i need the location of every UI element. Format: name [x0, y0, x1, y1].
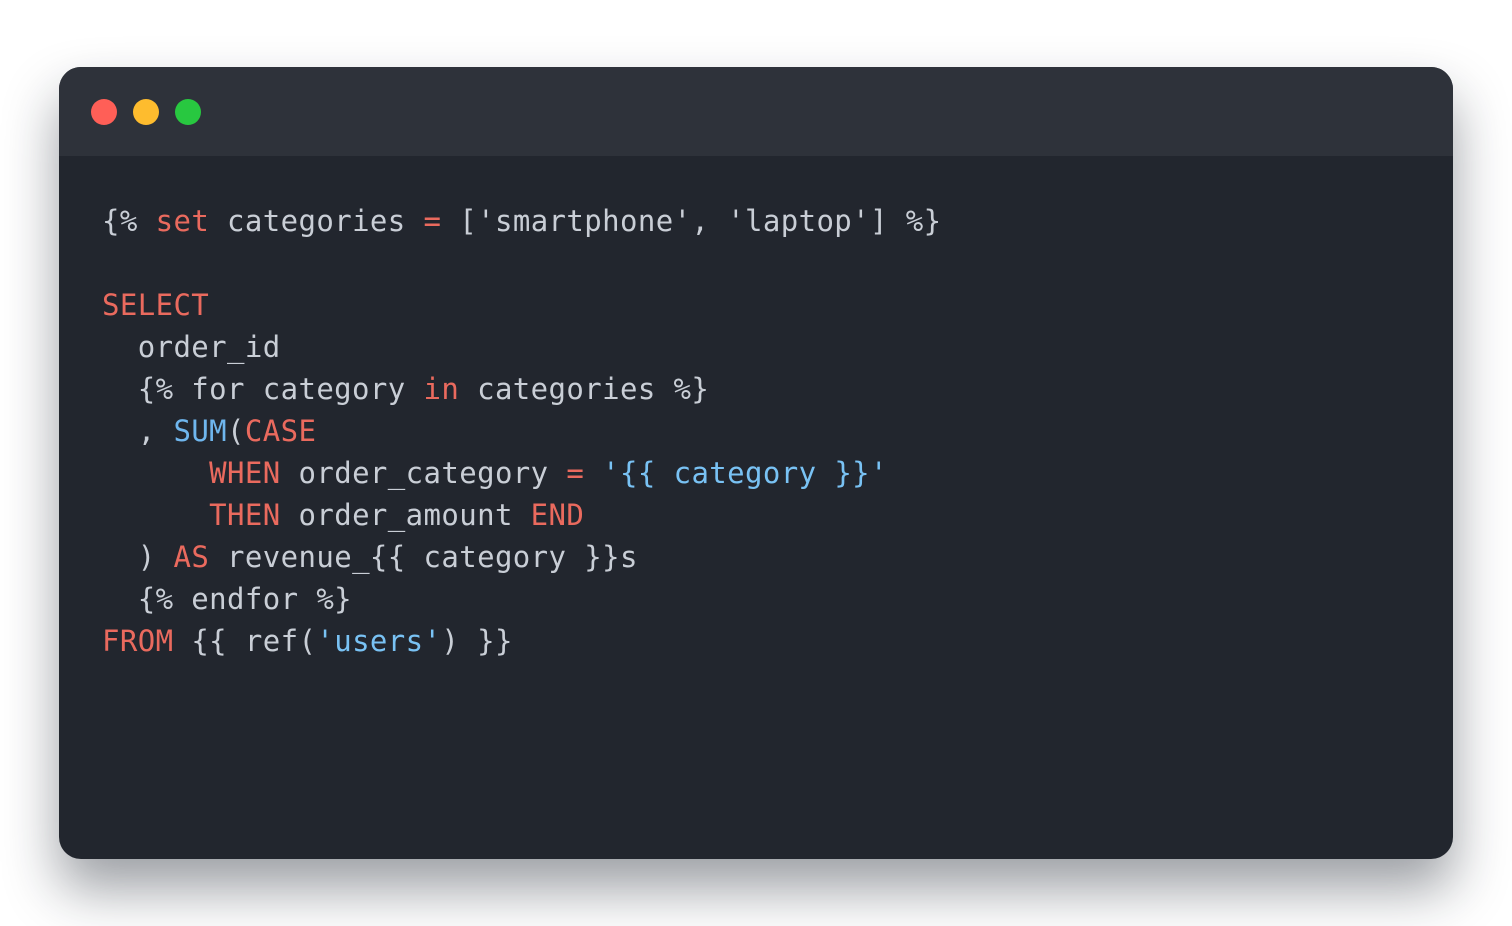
maximize-button[interactable] [175, 99, 201, 125]
code-text: order_amount [280, 498, 531, 532]
code-function: SUM [173, 414, 228, 448]
code-line: {% for category in categories %} [102, 368, 941, 410]
code-text: order_id [102, 330, 281, 364]
code-text: categories [209, 204, 424, 238]
code-line: {% set categories = ['smartphone', 'lapt… [102, 200, 941, 242]
code-keyword: set [155, 204, 210, 238]
code-keyword: WHEN [209, 456, 281, 490]
code-window: {% set categories = ['smartphone', 'lapt… [59, 67, 1453, 859]
code-line: THEN order_amount END [102, 494, 941, 536]
code-text: ) [102, 540, 174, 574]
code-string: 'users' [316, 624, 442, 658]
code-keyword: END [530, 498, 585, 532]
code-keyword: = [423, 204, 442, 238]
code-text: ['smartphone', 'laptop'] %} [441, 204, 942, 238]
code-text: {{ ref( [173, 624, 317, 658]
code-text: order_category [280, 456, 567, 490]
code-line: ) AS revenue_{{ category }}s [102, 536, 941, 578]
code-line: order_id [102, 326, 941, 368]
code-string: '{{ category }}' [602, 456, 888, 490]
code-keyword: AS [173, 540, 210, 574]
minimize-button[interactable] [133, 99, 159, 125]
window-titlebar [59, 67, 1453, 156]
code-block: {% set categories = ['smartphone', 'lapt… [102, 200, 941, 662]
code-keyword: = [566, 456, 585, 490]
code-text: ) }} [441, 624, 513, 658]
code-text: {% for category [102, 372, 424, 406]
close-button[interactable] [91, 99, 117, 125]
code-text: {% endfor %} [102, 582, 353, 616]
code-keyword: SELECT [102, 288, 210, 322]
code-keyword: FROM [102, 624, 174, 658]
code-text: categories %} [459, 372, 710, 406]
code-text: ( [227, 414, 245, 448]
code-line: FROM {{ ref('users') }} [102, 620, 941, 662]
code-line: {% endfor %} [102, 578, 941, 620]
code-keyword: in [423, 372, 460, 406]
code-text: , [102, 414, 174, 448]
code-line: WHEN order_category = '{{ category }}' [102, 452, 941, 494]
code-keyword: CASE [244, 414, 317, 448]
code-line: , SUM(CASE [102, 410, 941, 452]
code-text: revenue_{{ category }}s [209, 540, 638, 574]
code-text: {% [102, 204, 156, 238]
code-keyword: THEN [209, 498, 281, 532]
code-line: SELECT [102, 284, 941, 326]
